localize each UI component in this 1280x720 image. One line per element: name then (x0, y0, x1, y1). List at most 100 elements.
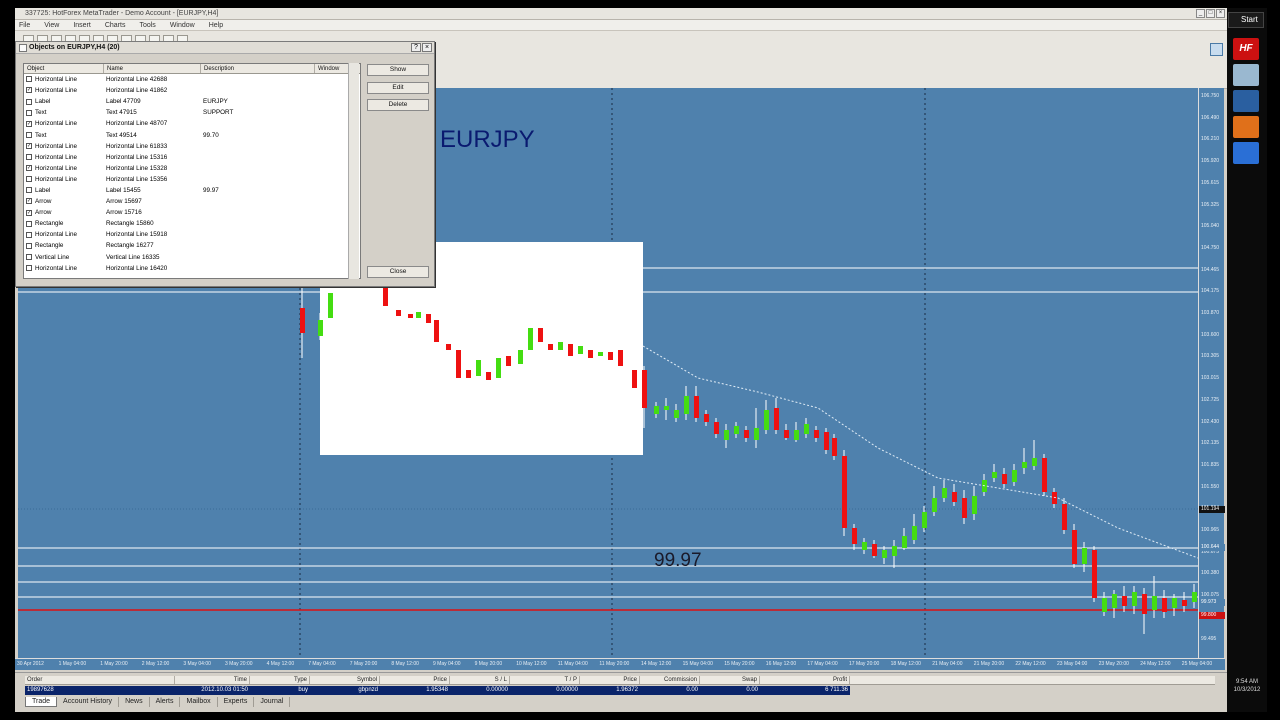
object-row[interactable]: ✓Horizontal LineHorizontal Line 618330 (24, 141, 360, 152)
maximize-button[interactable]: □ (1206, 9, 1215, 18)
minimize-button[interactable]: _ (1196, 9, 1205, 18)
window-icon[interactable] (1233, 64, 1259, 86)
object-row[interactable]: TextText 4951499.700 (24, 129, 360, 140)
bull-candle (1152, 596, 1157, 610)
chart-price-label: 99.97 (654, 550, 702, 571)
dialog-help-button[interactable]: ? (411, 43, 421, 52)
flower-icon[interactable] (1233, 142, 1259, 164)
menu-help[interactable]: Help (209, 20, 223, 30)
clock-time: 9:54 AM (1235, 679, 1258, 685)
terminal-cell: 6 711.36 (760, 686, 850, 695)
close-button[interactable]: Close (367, 266, 429, 278)
time-tick-label: 21 May 20:00 (973, 661, 1005, 667)
object-visible-checkbox[interactable] (26, 264, 32, 271)
column-header-description[interactable]: Description (201, 64, 315, 73)
object-visible-checkbox[interactable] (26, 176, 32, 183)
toolbar-side-icon[interactable] (1210, 43, 1223, 56)
terminal-column-header[interactable]: Time (175, 676, 250, 684)
time-tick-label: 3 May 20:00 (225, 661, 253, 667)
object-row[interactable]: RectangleRectangle 162770 (24, 240, 360, 251)
tab-news[interactable]: News (119, 697, 150, 707)
price-tag: 99.800 (1199, 612, 1225, 619)
object-row[interactable]: ✓ArrowArrow 157160 (24, 207, 360, 218)
object-row[interactable]: ✓ArrowArrow 156970 (24, 196, 360, 207)
objects-table-scrollbar[interactable] (348, 63, 359, 279)
menu-view[interactable]: View (44, 20, 59, 30)
firefox-icon[interactable] (1233, 116, 1259, 138)
explorer-icon[interactable] (1233, 90, 1259, 112)
time-tick-label: 16 May 12:00 (765, 661, 797, 667)
object-visible-checkbox[interactable] (26, 220, 32, 227)
object-row[interactable]: ✓Horizontal LineHorizontal Line 418620 (24, 85, 360, 96)
tab-mailbox[interactable]: Mailbox (180, 697, 218, 707)
terminal-column-header[interactable]: T / P (510, 676, 580, 684)
object-visible-checkbox[interactable] (26, 242, 32, 249)
object-visible-checkbox[interactable] (26, 98, 32, 105)
object-row[interactable]: Horizontal LineHorizontal Line 426880 (24, 74, 360, 85)
object-row[interactable]: TextText 47915SUPPORT0 (24, 107, 360, 118)
price-tick-label: 102.430 (1201, 418, 1220, 425)
objects-table-body: Horizontal LineHorizontal Line 426880✓Ho… (24, 74, 360, 274)
object-visible-checkbox[interactable]: ✓ (26, 165, 32, 172)
object-visible-checkbox[interactable]: ✓ (26, 87, 32, 94)
object-visible-checkbox[interactable] (26, 253, 32, 260)
object-visible-checkbox[interactable] (26, 109, 32, 116)
terminal-column-header[interactable]: Price (580, 676, 640, 684)
object-visible-checkbox[interactable]: ✓ (26, 209, 32, 216)
object-visible-checkbox[interactable] (26, 154, 32, 161)
object-row[interactable]: Vertical LineVertical Line 163350 (24, 252, 360, 263)
object-row[interactable]: LabelLabel 1545599.970 (24, 185, 360, 196)
show-button[interactable]: Show (367, 64, 429, 76)
object-visible-checkbox[interactable] (26, 187, 32, 194)
bear-candle (714, 422, 719, 434)
terminal-column-header[interactable]: Type (250, 676, 310, 684)
object-visible-checkbox[interactable]: ✓ (26, 120, 32, 127)
tab-trade[interactable]: Trade (25, 697, 58, 707)
object-row[interactable]: LabelLabel 47709EURJPY0 (24, 96, 360, 107)
start-button[interactable]: Start (1228, 12, 1264, 28)
bull-candle (328, 293, 333, 318)
object-row[interactable]: Horizontal LineHorizontal Line 164200 (24, 263, 360, 274)
tab-journal[interactable]: Journal (254, 697, 291, 707)
menu-charts[interactable]: Charts (105, 20, 126, 30)
menu-tools[interactable]: Tools (139, 20, 155, 30)
object-visible-checkbox[interactable] (26, 231, 32, 238)
object-type-cell: Horizontal Line (24, 176, 104, 183)
hf-icon[interactable]: HF (1233, 38, 1259, 60)
object-row[interactable]: Horizontal LineHorizontal Line 153160 (24, 152, 360, 163)
menu-insert[interactable]: Insert (73, 20, 91, 30)
column-header-object[interactable]: Object (24, 64, 104, 73)
terminal-column-header[interactable]: Symbol (310, 676, 380, 684)
object-name-cell: Label 15455 (106, 186, 141, 194)
terminal-cell: 0.00 (700, 686, 760, 695)
close-window-button[interactable]: × (1216, 9, 1225, 18)
tab-alerts[interactable]: Alerts (150, 697, 181, 707)
object-visible-checkbox[interactable]: ✓ (26, 142, 32, 149)
object-visible-checkbox[interactable] (26, 76, 32, 83)
object-row[interactable]: RectangleRectangle 158600 (24, 218, 360, 229)
terminal-column-header[interactable]: Swap (700, 676, 760, 684)
terminal-column-header[interactable]: Order (25, 676, 175, 684)
object-row[interactable]: Horizontal LineHorizontal Line 159180 (24, 229, 360, 240)
terminal-column-header[interactable]: S / L (450, 676, 510, 684)
terminal-order-row[interactable]: 19897628 2012.10.03 01:50 buy gbpnzd 1.95348… (25, 686, 1215, 695)
dialog-close-x-button[interactable]: × (422, 43, 432, 52)
bull-candle (1022, 462, 1027, 468)
column-header-name[interactable]: Name (104, 64, 201, 73)
tab-experts[interactable]: Experts (218, 697, 255, 707)
edit-button[interactable]: Edit (367, 82, 429, 94)
menu-window[interactable]: Window (170, 20, 195, 30)
object-row[interactable]: ✓Horizontal LineHorizontal Line 487070 (24, 118, 360, 129)
terminal-column-header[interactable]: Profit (760, 676, 850, 684)
bull-candle (318, 320, 323, 336)
object-visible-checkbox[interactable]: ✓ (26, 198, 32, 205)
delete-button[interactable]: Delete (367, 99, 429, 111)
terminal-column-header[interactable]: Price (380, 676, 450, 684)
object-row[interactable]: Horizontal LineHorizontal Line 153560 (24, 174, 360, 185)
terminal-column-header[interactable]: Commission (640, 676, 700, 684)
object-visible-checkbox[interactable] (26, 131, 32, 138)
object-row[interactable]: ✓Horizontal LineHorizontal Line 153280 (24, 163, 360, 174)
menu-file[interactable]: File (19, 20, 30, 30)
object-type-cell: Horizontal Line (24, 76, 104, 83)
tab-account-history[interactable]: Account History (57, 697, 120, 707)
